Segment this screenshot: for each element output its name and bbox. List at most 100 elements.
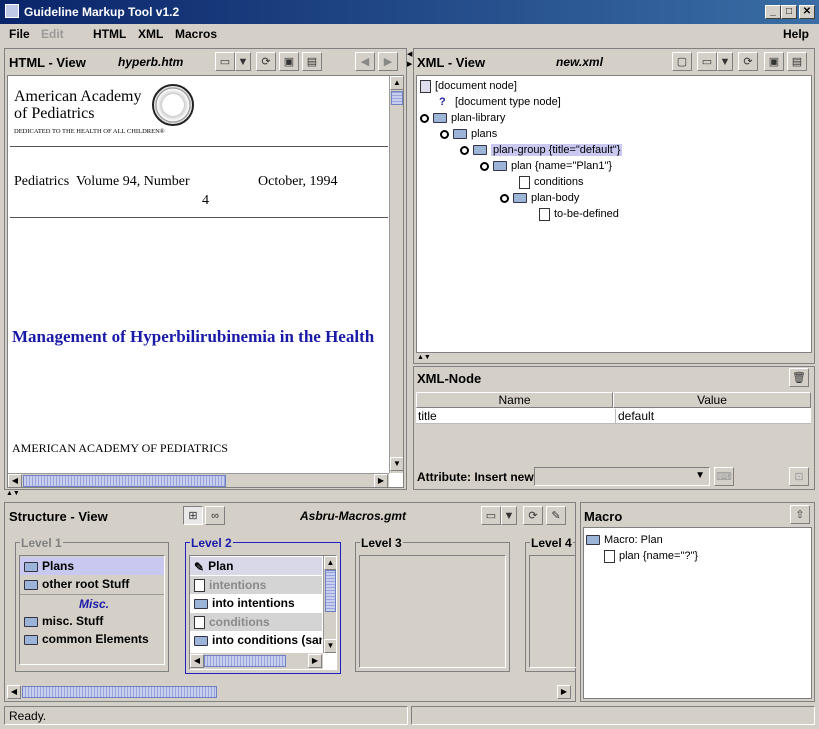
xml-view-title: XML - View [417,55,486,70]
chevron-down-icon[interactable]: ▼ [695,470,705,481]
scroll-down-button[interactable]: ▼ [324,639,336,653]
expand-handle-icon[interactable] [480,161,489,171]
structure-open-button[interactable]: ▭ [481,506,501,525]
cell-value[interactable]: default [615,409,654,424]
column-header-name[interactable]: Name [416,392,613,408]
list-item-other-root[interactable]: other root Stuff [20,575,164,593]
expand-handle-icon[interactable] [500,193,509,203]
table-row[interactable]: title default [416,408,811,424]
tree-node-conditions[interactable]: conditions [519,174,584,190]
xml-splitter[interactable]: ▲▼ [417,354,431,361]
xml-save-as-button[interactable]: ▤ [787,52,807,71]
xml-node-pane: XML-Node 🗑 Name Value title default Attr… [413,366,815,490]
refresh-icon: ⟳ [261,56,271,68]
xml-view-file: new.xml [556,55,603,69]
tree-node-plan[interactable]: plan {name="Plan1"} [480,158,612,174]
splitter-left-arrow[interactable]: ◀ [407,50,412,58]
html-vertical-scrollbar[interactable]: ▲ ▼ [389,76,403,473]
close-button[interactable]: ✕ [799,5,815,19]
structure-edit-button[interactable]: ✎ [546,506,566,525]
cell-name[interactable]: title [418,409,437,423]
horizontal-splitter[interactable]: ▲▼ [6,490,20,497]
back-button[interactable]: ◀ [355,52,375,71]
menu-macros[interactable]: Macros [175,27,217,41]
scroll-thumb[interactable] [325,570,336,612]
expand-handle-icon[interactable] [440,129,449,139]
macro-node-root[interactable]: Macro: Plan [586,532,663,548]
find-button[interactable]: ∞ [205,506,225,525]
scroll-left-button[interactable]: ◀ [7,685,21,699]
macro-node-plan[interactable]: plan {name="?"} [604,548,698,564]
menu-html[interactable]: HTML [93,27,126,41]
tree-view-button[interactable]: ⊞ [183,506,203,525]
list-item-plan[interactable]: ✎ Plan [190,557,322,575]
scroll-right-button[interactable]: ▶ [374,474,388,487]
refresh-button[interactable]: ⟳ [256,52,276,71]
folder-open-icon [453,129,467,140]
tree-node-doctype[interactable]: ? [document type node] [439,94,561,110]
maximize-button[interactable]: □ [781,5,797,19]
article-headline[interactable]: Management of Hyperbilirubinemia in the … [12,327,374,347]
scroll-up-button[interactable]: ▲ [324,556,336,570]
list-item-into-intentions[interactable]: into intentions [190,594,322,612]
scroll-right-button[interactable]: ▶ [308,654,322,668]
app-icon [5,4,19,18]
menu-help[interactable]: Help [783,27,809,41]
journal-line: Pediatrics Volume 94, Number [14,174,190,189]
list-item-plans[interactable]: Plans [20,557,164,575]
xml-open-button[interactable]: ▭ [697,52,717,71]
tree-node-plans[interactable]: plans [440,126,497,142]
list-item-common-elements[interactable]: common Elements [20,630,164,648]
structure-dropdown-button[interactable]: ▼ [501,506,517,525]
level2-horizontal-scrollbar[interactable]: ◀ ▶ [190,653,323,669]
level2-vertical-scrollbar[interactable]: ▲ ▼ [323,556,336,653]
html-horizontal-scrollbar[interactable]: ◀ ▶ [8,473,389,487]
structure-horizontal-scrollbar[interactable]: ◀ ▶ [7,685,573,700]
org-name-line2: of Pediatrics [14,105,95,122]
minimize-button[interactable]: _ [765,5,781,19]
macro-export-button[interactable]: ⇧ [790,505,810,524]
list-item-into-conditions[interactable]: into conditions (sam [190,631,322,649]
h-scroll-thumb[interactable] [22,686,217,698]
menu-file[interactable]: File [9,27,30,41]
xml-dropdown-button[interactable]: ▼ [717,52,733,71]
structure-refresh-button[interactable]: ⟳ [523,506,543,525]
splitter-right-arrow[interactable]: ▶ [407,60,412,68]
tree-node-to-be-defined[interactable]: to-be-defined [539,206,619,222]
scroll-thumb[interactable] [391,91,403,105]
insert-attribute-button[interactable]: ⌨ [714,467,734,486]
tree-node-document[interactable]: [document node] [420,78,517,94]
list-item-conditions[interactable]: conditions [190,613,322,631]
tree-node-plan-body[interactable]: plan-body [500,190,579,206]
attribute-select[interactable]: ▼ [534,467,710,486]
save-button[interactable]: ▣ [279,52,299,71]
title-bar: Guideline Markup Tool v1.2 _ □ ✕ [0,0,819,24]
h-scroll-thumb[interactable] [204,655,286,667]
xml-refresh-button[interactable]: ⟳ [738,52,758,71]
expand-handle-icon[interactable] [420,113,429,123]
folder-open-icon [493,161,507,172]
remove-attribute-button[interactable]: ⊡ [789,467,809,486]
list-item-intentions[interactable]: intentions [190,576,322,594]
list-item-misc-stuff[interactable]: misc. Stuff [20,612,164,630]
menu-xml[interactable]: XML [138,27,163,41]
expand-handle-icon[interactable] [460,145,469,155]
xml-save-button[interactable]: ▣ [764,52,784,71]
tree-node-plan-library[interactable]: plan-library [420,110,505,126]
scroll-right-button[interactable]: ▶ [557,685,571,699]
tree-node-plan-group[interactable]: plan-group {title="default"} [460,142,623,158]
column-header-value[interactable]: Value [613,392,811,408]
new-node-button[interactable]: ▢ [672,52,692,71]
delete-node-button[interactable]: 🗑 [789,368,809,387]
scroll-left-button[interactable]: ◀ [8,474,22,487]
scroll-left-button[interactable]: ◀ [190,654,204,668]
h-scroll-thumb[interactable] [23,475,226,487]
save-as-button[interactable]: ▤ [302,52,322,71]
scroll-up-button[interactable]: ▲ [390,76,403,90]
open-folder-button[interactable]: ▭ [215,52,235,71]
folder-icon: ▭ [219,56,231,68]
scroll-down-button[interactable]: ▼ [390,457,403,471]
menu-edit[interactable]: Edit [41,27,64,41]
dropdown-arrow-button[interactable]: ▼ [235,52,251,71]
forward-button[interactable]: ▶ [378,52,398,71]
